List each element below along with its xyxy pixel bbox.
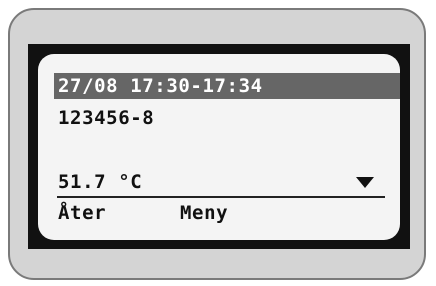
triangle-down-icon[interactable] [356,177,374,188]
back-softkey[interactable]: Åter [58,202,106,224]
temperature-reading: 51.7 °C [58,171,143,193]
softkey-divider [57,196,385,198]
time-range-header: 27/08 17:30-17:34 [54,73,400,99]
menu-softkey[interactable]: Meny [180,202,228,224]
id-number-line: 123456-8 [58,107,155,129]
